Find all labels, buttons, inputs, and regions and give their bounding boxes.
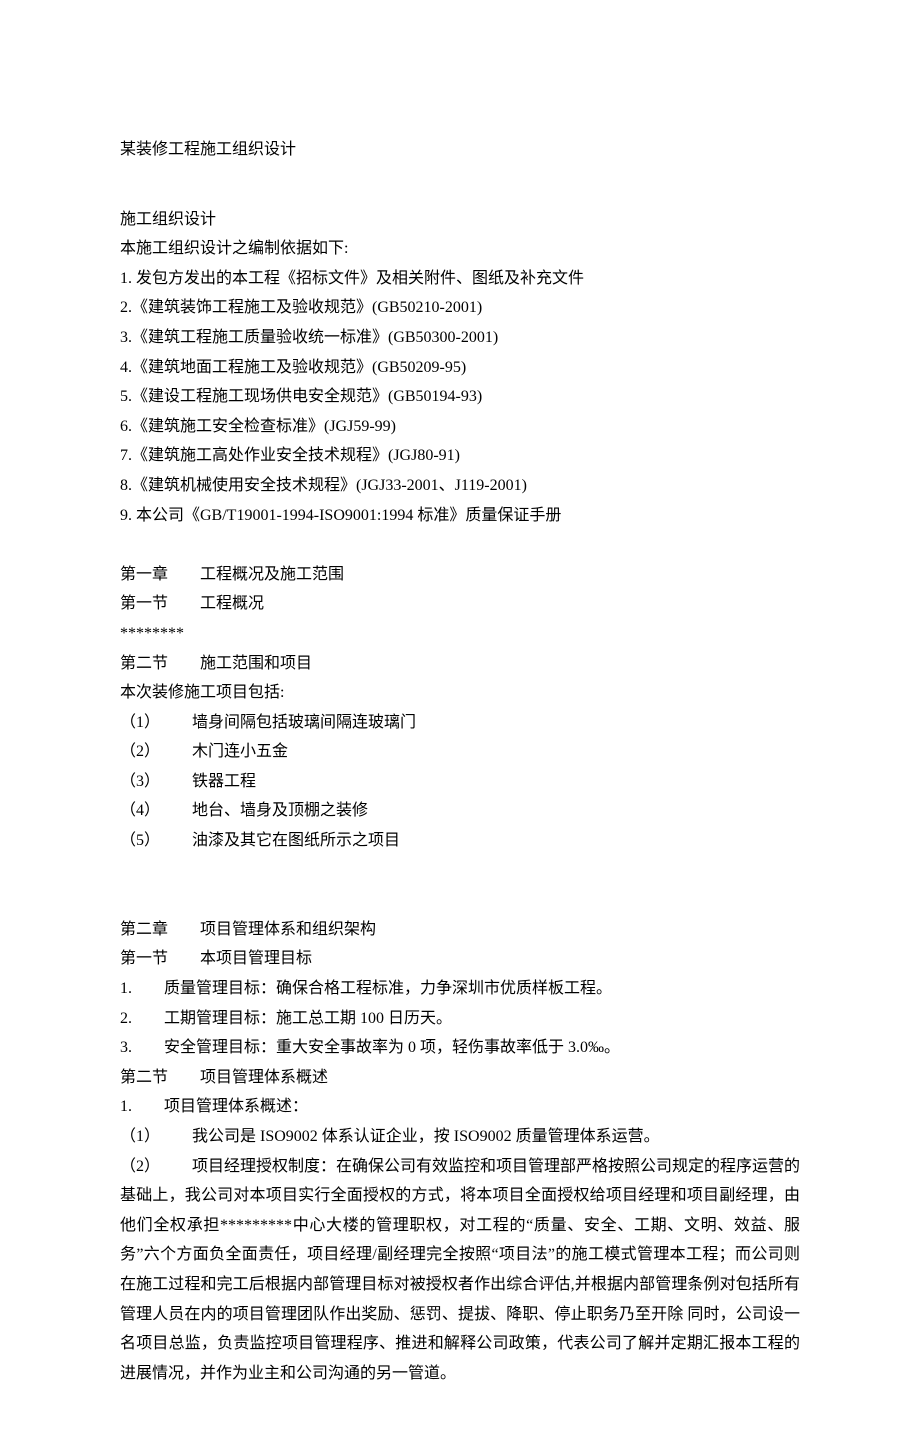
ch1-section2-title: 第二节 施工范围和项目 <box>120 649 800 679</box>
scope-item: （2） 木门连小五金 <box>120 737 800 767</box>
basis-item: 4.《建筑地面工程施工及验收规范》(GB50209-95) <box>120 353 800 383</box>
basis-item: 8.《建筑机械使用安全技术规程》(JGJ33-2001、J119-2001) <box>120 471 800 501</box>
basis-item: 7.《建筑施工高处作业安全技术规程》(JGJ80-91) <box>120 441 800 471</box>
basis-item: 1. 发包方发出的本工程《招标文件》及相关附件、图纸及补充文件 <box>120 264 800 294</box>
mgmt-goal-item: 2. 工期管理目标：施工总工期 100 日历天。 <box>120 1004 800 1034</box>
doc-title: 某装修工程施工组织设计 <box>120 135 800 165</box>
basis-item: 9. 本公司《GB/T19001-1994-ISO9001:1994 标准》质量… <box>120 501 800 531</box>
chapter-2-title: 第二章 项目管理体系和组织架构 <box>120 915 800 945</box>
mgmt-goal-item: 3. 安全管理目标：重大安全事故率为 0 项，轻伤事故率低于 3.0‰。 <box>120 1033 800 1063</box>
scope-item: （5） 油漆及其它在图纸所示之项目 <box>120 826 800 856</box>
basis-item: 2.《建筑装饰工程施工及验收规范》(GB50210-2001) <box>120 293 800 323</box>
ch1-section1-body: ******** <box>120 619 800 649</box>
ch2-section2-p2: （2） 项目经理授权制度：在确保公司有效监控和项目管理部严格按照公司规定的程序运… <box>120 1152 800 1389</box>
ch2-section2-p1: （1） 我公司是 ISO9002 体系认证企业，按 ISO9002 质量管理体系… <box>120 1122 800 1152</box>
document-page: 某装修工程施工组织设计 施工组织设计 本施工组织设计之编制依据如下: 1. 发包… <box>0 0 920 1448</box>
intro-line: 本施工组织设计之编制依据如下: <box>120 234 800 264</box>
ch2-section1-title: 第一节 本项目管理目标 <box>120 944 800 974</box>
chapter-1-title: 第一章 工程概况及施工范围 <box>120 560 800 590</box>
scope-item: （3） 铁器工程 <box>120 767 800 797</box>
scope-item: （1） 墙身间隔包括玻璃间隔连玻璃门 <box>120 708 800 738</box>
basis-item: 5.《建设工程施工现场供电安全规范》(GB50194-93) <box>120 382 800 412</box>
intro-header: 施工组织设计 <box>120 205 800 235</box>
ch2-section2-title: 第二节 项目管理体系概述 <box>120 1063 800 1093</box>
scope-item: （4） 地台、墙身及顶棚之装修 <box>120 796 800 826</box>
mgmt-goal-item: 1. 质量管理目标：确保合格工程标准，力争深圳市优质样板工程。 <box>120 974 800 1004</box>
basis-item: 3.《建筑工程施工质量验收统一标准》(GB50300-2001) <box>120 323 800 353</box>
ch1-section1-title: 第一节 工程概况 <box>120 589 800 619</box>
ch1-section2-intro: 本次装修施工项目包括: <box>120 678 800 708</box>
basis-item: 6.《建筑施工安全检查标准》(JGJ59-99) <box>120 412 800 442</box>
ch2-section2-lead: 1. 项目管理体系概述： <box>120 1092 800 1122</box>
